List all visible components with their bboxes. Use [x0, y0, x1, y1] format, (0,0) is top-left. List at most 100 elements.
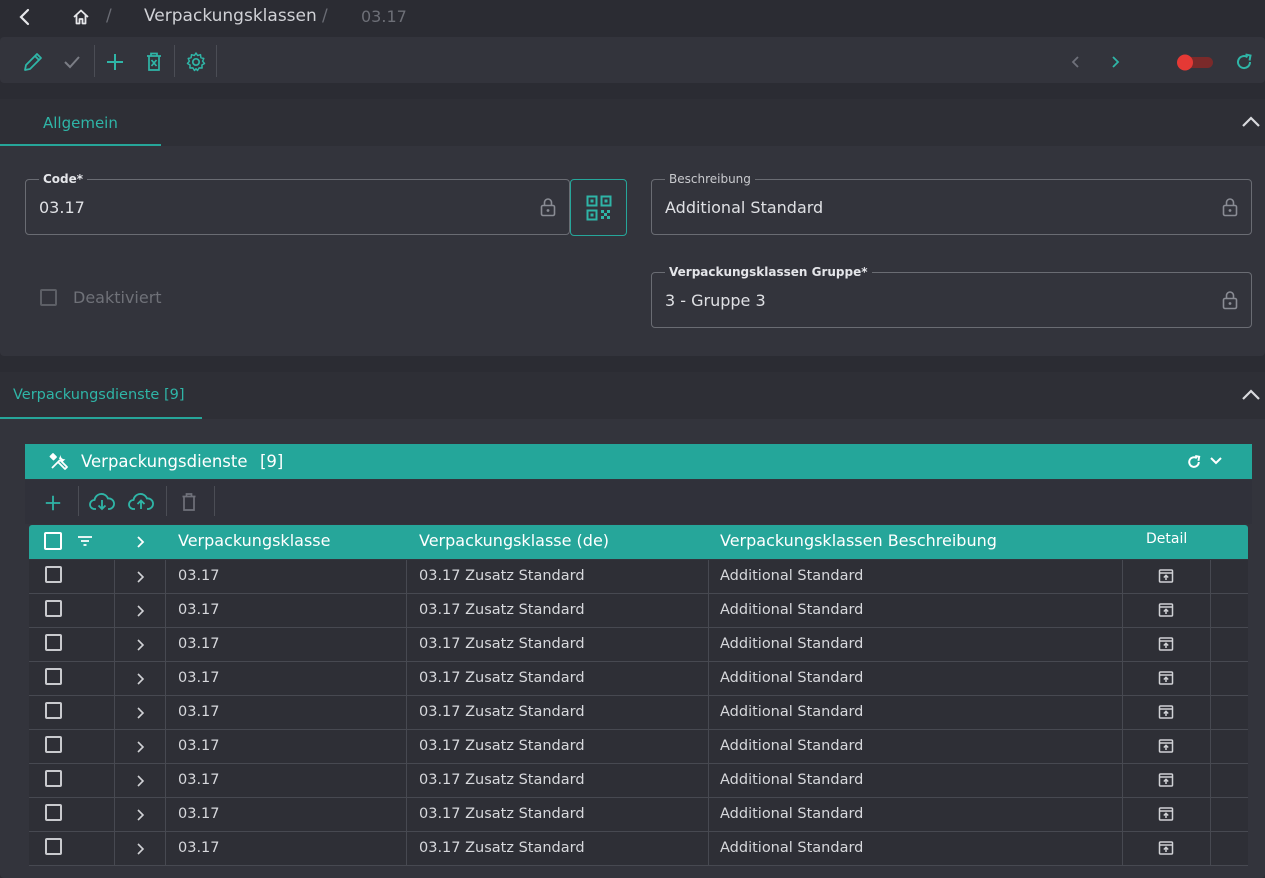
table-row[interactable]: 03.17 03.17 Zusatz Standard Additional Sta… [29, 764, 1248, 798]
column-header-beschreibung[interactable]: Verpackungsklassen Beschreibung [720, 531, 997, 550]
toolbar-divider [166, 486, 167, 516]
row-checkbox[interactable] [45, 668, 62, 685]
table-row[interactable]: 03.17 03.17 Zusatz Standard Additional Sta… [29, 628, 1248, 662]
select-all-checkbox[interactable] [44, 532, 62, 550]
delete-icon[interactable] [145, 51, 163, 73]
expand-row-icon[interactable] [135, 672, 145, 686]
expand-row-icon[interactable] [135, 740, 145, 754]
deactivated-label: Deaktiviert [73, 288, 162, 307]
table-row[interactable]: 03.17 03.17 Zusatz Standard Additional Sta… [29, 696, 1248, 730]
detail-open-icon[interactable] [1158, 704, 1174, 720]
toolbar-divider [94, 45, 95, 77]
table-row[interactable]: 03.17 03.17 Zusatz Standard Additional Sta… [29, 662, 1248, 696]
cell-beschreibung: Additional Standard [720, 636, 864, 652]
table-row[interactable]: 03.17 03.17 Zusatz Standard Additional Sta… [29, 560, 1248, 594]
cell-divider [165, 798, 166, 832]
row-checkbox[interactable] [45, 736, 62, 753]
cell-verpackungsklasse: 03.17 [178, 840, 220, 856]
general-panel: Allgemein 03.17 Code* Additional Standar… [0, 99, 1265, 356]
description-field[interactable]: Additional Standard [651, 179, 1252, 235]
expand-row-icon[interactable] [135, 604, 145, 618]
cell-divider [165, 560, 166, 594]
cell-verpackungsklasse: 03.17 [178, 636, 220, 652]
row-checkbox[interactable] [45, 566, 62, 583]
expand-row-icon[interactable] [135, 570, 145, 584]
cell-divider [165, 662, 166, 696]
cell-beschreibung: Additional Standard [720, 806, 864, 822]
table-row[interactable]: 03.17 03.17 Zusatz Standard Additional Sta… [29, 594, 1248, 628]
next-icon[interactable] [1109, 55, 1121, 69]
group-field[interactable]: 3 - Gruppe 3 [651, 272, 1252, 328]
detail-open-icon[interactable] [1158, 602, 1174, 618]
tab-active-indicator [0, 417, 202, 419]
cell-divider [708, 696, 709, 730]
expand-row-icon[interactable] [135, 774, 145, 788]
row-checkbox[interactable] [45, 770, 62, 787]
add-icon[interactable] [44, 494, 62, 512]
expand-row-icon[interactable] [135, 706, 145, 720]
cell-beschreibung: Additional Standard [720, 704, 864, 720]
detail-open-icon[interactable] [1158, 772, 1174, 788]
toolbar-divider [174, 45, 175, 77]
toggle-switch[interactable] [1175, 53, 1215, 71]
check-icon[interactable] [62, 52, 82, 72]
grid-title: Verpackungsdienste [81, 452, 248, 471]
collapse-icon[interactable] [1241, 388, 1261, 402]
add-icon[interactable] [105, 52, 125, 72]
cell-divider [406, 764, 407, 798]
toolbar-divider [78, 486, 79, 516]
trash-icon[interactable] [181, 492, 197, 512]
upload-cloud-icon[interactable] [128, 492, 154, 512]
cell-divider [708, 764, 709, 798]
cell-divider [1122, 628, 1123, 662]
collapse-icon[interactable] [1241, 115, 1261, 129]
row-checkbox[interactable] [45, 804, 62, 821]
detail-open-icon[interactable] [1158, 840, 1174, 856]
expand-row-icon[interactable] [135, 638, 145, 652]
table-row[interactable]: 03.17 03.17 Zusatz Standard Additional Sta… [29, 832, 1248, 866]
chevron-down-icon[interactable] [1209, 456, 1223, 466]
row-checkbox[interactable] [45, 702, 62, 719]
home-icon[interactable] [72, 8, 90, 26]
download-cloud-icon[interactable] [89, 492, 115, 512]
cell-divider [114, 730, 115, 764]
breadcrumb-separator: / [322, 6, 328, 26]
expand-row-icon[interactable] [135, 842, 145, 856]
refresh-icon[interactable] [1234, 52, 1254, 72]
cell-divider [114, 594, 115, 628]
column-header-verpackungsklasse-de[interactable]: Verpackungsklasse (de) [419, 531, 609, 550]
column-header-verpackungsklasse[interactable]: Verpackungsklasse [178, 531, 330, 550]
filter-icon[interactable] [77, 534, 93, 548]
code-field[interactable]: 03.17 [25, 179, 570, 235]
code-value: 03.17 [39, 198, 85, 217]
breadcrumb-item-verpackungsklassen[interactable]: Verpackungsklassen [144, 6, 317, 26]
settings-icon[interactable] [185, 51, 207, 73]
table-row[interactable]: 03.17 03.17 Zusatz Standard Additional Sta… [29, 798, 1248, 832]
cell-divider [1122, 662, 1123, 696]
tab-verpackungsdienste[interactable]: Verpackungsdienste [9] [13, 387, 184, 403]
table-row[interactable]: 03.17 03.17 Zusatz Standard Additional Sta… [29, 730, 1248, 764]
cell-verpackungsklasse-de: 03.17 Zusatz Standard [419, 602, 585, 618]
breadcrumb-bar: / Verpackungsklassen / 03.17 [0, 0, 1265, 36]
prev-icon[interactable] [1070, 55, 1082, 69]
back-icon[interactable] [18, 8, 32, 26]
lock-icon [540, 197, 556, 217]
detail-open-icon[interactable] [1158, 568, 1174, 584]
expand-all-icon[interactable] [135, 535, 145, 549]
row-checkbox[interactable] [45, 634, 62, 651]
refresh-icon[interactable] [1186, 454, 1202, 470]
deactivated-checkbox[interactable] [40, 289, 57, 306]
detail-open-icon[interactable] [1158, 670, 1174, 686]
detail-open-icon[interactable] [1158, 636, 1174, 652]
detail-open-icon[interactable] [1158, 738, 1174, 754]
cell-divider [708, 628, 709, 662]
expand-row-icon[interactable] [135, 808, 145, 822]
qr-code-button[interactable] [570, 179, 627, 236]
row-checkbox[interactable] [45, 838, 62, 855]
detail-open-icon[interactable] [1158, 806, 1174, 822]
edit-icon[interactable] [22, 51, 44, 73]
row-checkbox[interactable] [45, 600, 62, 617]
tab-allgemein[interactable]: Allgemein [43, 114, 118, 132]
grid-count: [9] [260, 452, 284, 471]
cell-beschreibung: Additional Standard [720, 568, 864, 584]
